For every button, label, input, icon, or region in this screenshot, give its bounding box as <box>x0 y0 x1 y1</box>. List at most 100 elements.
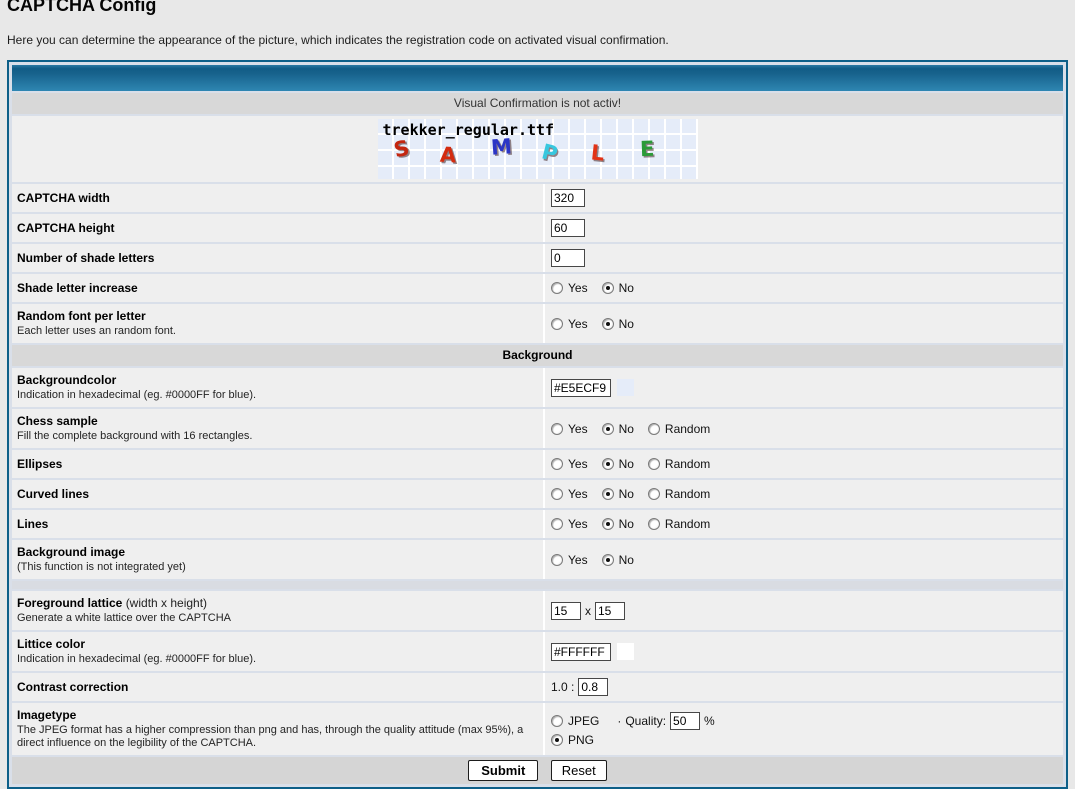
field-label: Littice color <box>17 637 533 652</box>
radio-label: Random <box>665 517 710 531</box>
field-label: Background image <box>17 545 533 560</box>
radio-option-yes[interactable]: Yes <box>551 553 588 567</box>
radio-option-random[interactable]: Random <box>648 422 710 436</box>
radio-label: No <box>619 517 634 531</box>
radio-option-yes[interactable]: Yes <box>551 317 588 331</box>
captcha-height-input[interactable] <box>551 219 585 237</box>
field-sublabel: Indication in hexadecimal (eg. #0000FF f… <box>17 389 533 402</box>
lattice-separator: x <box>585 604 591 618</box>
captcha-config-panel: Visual Confirmation is not activ! trekke… <box>7 60 1068 789</box>
field-sublabel: The JPEG format has a higher compression… <box>17 724 533 750</box>
radio-icon[interactable] <box>551 423 563 435</box>
radio-label: No <box>619 457 634 471</box>
radio-icon[interactable] <box>602 518 614 530</box>
radio-option-no[interactable]: No <box>602 553 634 567</box>
radio-icon[interactable] <box>648 488 660 500</box>
row-captcha-width: CAPTCHA width <box>12 184 1063 212</box>
field-sublabel: Fill the complete background with 16 rec… <box>17 430 533 443</box>
radio-option-yes[interactable]: Yes <box>551 517 588 531</box>
row-shade-letters: Number of shade letters <box>12 244 1063 272</box>
row-random-font: Random font per letter Each letter uses … <box>12 304 1063 343</box>
field-label: Foreground lattice (width x height) <box>17 596 533 611</box>
radio-icon[interactable] <box>602 554 614 566</box>
radio-option-no[interactable]: No <box>602 457 634 471</box>
radio-option-jpeg[interactable]: JPEG <box>551 714 599 728</box>
radio-label: No <box>619 487 634 501</box>
field-sublabel: Each letter uses an random font. <box>17 325 533 338</box>
dot-separator: · <box>617 714 621 728</box>
lattice-height-input[interactable] <box>595 602 625 620</box>
radio-icon[interactable] <box>551 715 563 727</box>
field-label: Chess sample <box>17 414 533 429</box>
row-foreground-lattice: Foreground lattice (width x height) Gene… <box>12 591 1063 630</box>
captcha-letter: L <box>589 140 605 165</box>
radio-icon[interactable] <box>551 458 563 470</box>
backgroundcolor-input[interactable] <box>551 379 611 397</box>
radio-icon[interactable] <box>551 282 563 294</box>
radio-icon[interactable] <box>648 518 660 530</box>
radio-option-no[interactable]: No <box>602 281 634 295</box>
section-header-background: Background <box>12 345 1063 366</box>
page-description: Here you can determine the appearance of… <box>7 33 1068 47</box>
radio-label: Yes <box>568 422 588 436</box>
radio-option-no[interactable]: No <box>602 422 634 436</box>
captcha-letter: M <box>490 134 513 159</box>
radio-icon[interactable] <box>551 318 563 330</box>
radio-option-yes[interactable]: Yes <box>551 422 588 436</box>
radio-icon[interactable] <box>551 518 563 530</box>
radio-icon[interactable] <box>551 488 563 500</box>
reset-button[interactable]: Reset <box>551 760 607 781</box>
field-label: Contrast correction <box>17 680 128 694</box>
radio-icon[interactable] <box>602 488 614 500</box>
field-label-note: (width x height) <box>126 596 207 610</box>
shade-letters-input[interactable] <box>551 249 585 267</box>
lattice-color-input[interactable] <box>551 643 611 661</box>
row-imagetype: Imagetype The JPEG format has a higher c… <box>12 703 1063 755</box>
backgroundcolor-swatch <box>617 379 634 396</box>
field-label: CAPTCHA height <box>17 221 115 235</box>
captcha-font-name: trekker_regular.ttf <box>383 121 555 139</box>
field-label: Imagetype <box>17 708 533 723</box>
form-actions: Submit Reset <box>12 757 1063 784</box>
row-ellipses: Ellipses Yes No Random <box>12 450 1063 478</box>
radio-icon[interactable] <box>602 282 614 294</box>
row-curved-lines: Curved lines Yes No Random <box>12 480 1063 508</box>
radio-label: Yes <box>568 553 588 567</box>
radio-icon[interactable] <box>648 423 660 435</box>
radio-option-no[interactable]: No <box>602 517 634 531</box>
radio-option-no[interactable]: No <box>602 317 634 331</box>
radio-label: Yes <box>568 281 588 295</box>
submit-button[interactable]: Submit <box>468 760 538 781</box>
radio-option-yes[interactable]: Yes <box>551 281 588 295</box>
radio-icon[interactable] <box>551 554 563 566</box>
radio-icon[interactable] <box>602 423 614 435</box>
section-separator <box>12 581 1063 589</box>
page-title: CAPTCHA Config <box>7 0 1068 16</box>
lattice-color-swatch <box>617 643 634 660</box>
radio-label: Yes <box>568 517 588 531</box>
radio-label: Yes <box>568 487 588 501</box>
lattice-width-input[interactable] <box>551 602 581 620</box>
radio-option-no[interactable]: No <box>602 487 634 501</box>
row-backgroundcolor: Backgroundcolor Indication in hexadecima… <box>12 368 1063 407</box>
quality-input[interactable] <box>670 712 700 730</box>
radio-option-random[interactable]: Random <box>648 487 710 501</box>
field-sublabel: (This function is not integrated yet) <box>17 561 533 574</box>
radio-icon[interactable] <box>602 458 614 470</box>
status-message: Visual Confirmation is not activ! <box>12 93 1063 114</box>
radio-option-yes[interactable]: Yes <box>551 457 588 471</box>
radio-option-random[interactable]: Random <box>648 457 710 471</box>
captcha-width-input[interactable] <box>551 189 585 207</box>
row-contrast-correction: Contrast correction 1.0 : <box>12 673 1063 701</box>
field-label: Lines <box>17 517 48 531</box>
contrast-input[interactable] <box>578 678 608 696</box>
row-captcha-height: CAPTCHA height <box>12 214 1063 242</box>
radio-icon[interactable] <box>602 318 614 330</box>
radio-option-random[interactable]: Random <box>648 517 710 531</box>
radio-icon[interactable] <box>648 458 660 470</box>
row-shade-letter-increase: Shade letter increase Yes No <box>12 274 1063 302</box>
radio-label: No <box>619 422 634 436</box>
radio-label: Yes <box>568 457 588 471</box>
radio-option-yes[interactable]: Yes <box>551 487 588 501</box>
radio-icon[interactable] <box>551 734 563 746</box>
